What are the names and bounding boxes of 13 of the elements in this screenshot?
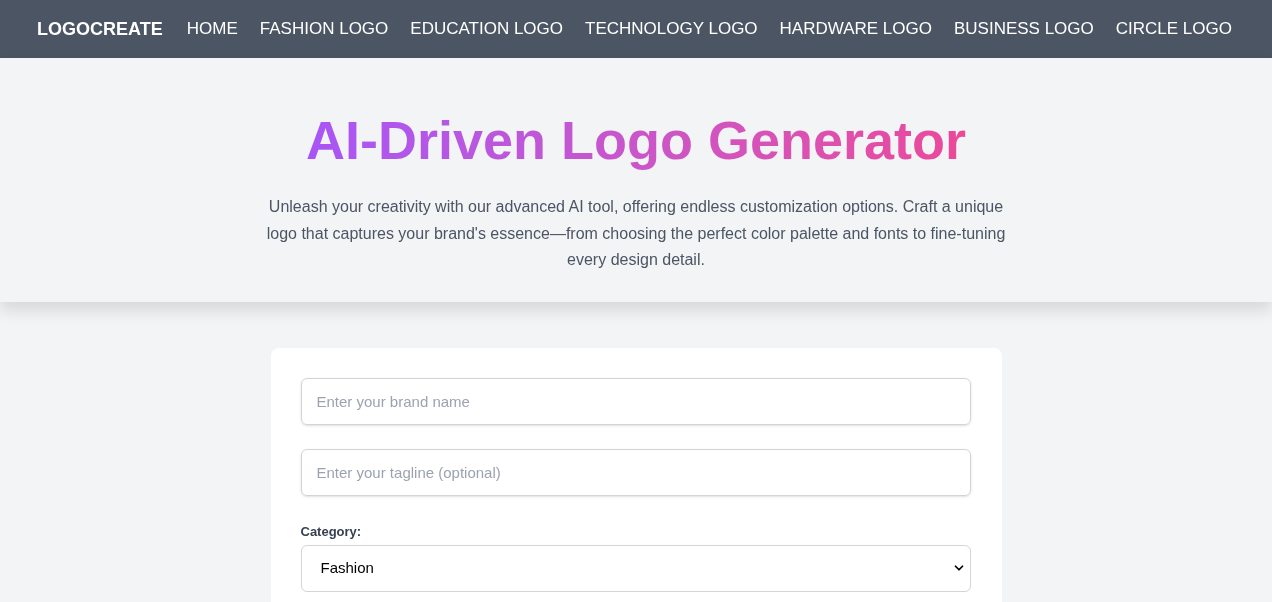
text-input[interactable]: Enter your brand name [300, 378, 971, 425]
nav-link[interactable]: HARDWARE LOGO [779, 16, 932, 42]
hero-description: Unleash your creativity with our advanced AI tool, offering endless customization options. Craft a unique logo that captures your brand's essence—from choosing the perfect color palette and fonts to fine-tuning every design detail. [266, 197, 1006, 270]
category-select[interactable]: Fashion [300, 544, 971, 592]
nav-link[interactable]: FASHION LOGO [259, 16, 389, 42]
nav-link[interactable]: HOME [186, 16, 238, 42]
text-input[interactable]: Enter your tagline (optional) [300, 449, 971, 496]
category-label: Category: [300, 523, 362, 541]
brand-logo[interactable]: LOGOCREATE [37, 15, 163, 43]
nav-link[interactable]: BUSINESS LOGO [953, 16, 1094, 42]
nav-link[interactable]: TECHNOLOGY LOGO [585, 16, 758, 42]
nav-link[interactable]: CIRCLE LOGO [1115, 16, 1232, 42]
nav-link[interactable]: EDUCATION LOGO [410, 16, 563, 42]
